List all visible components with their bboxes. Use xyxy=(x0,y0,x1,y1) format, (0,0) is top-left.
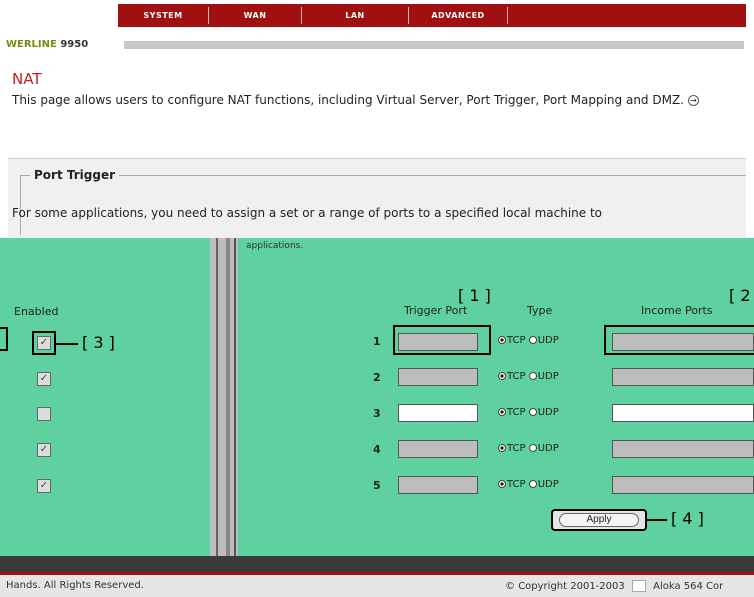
enabled-panel xyxy=(0,238,210,556)
top-nav: SYSTEM WAN LAN ADVANCED xyxy=(0,0,754,28)
trigger-port-header: Trigger Port xyxy=(404,304,468,317)
callout-1-box xyxy=(393,325,491,355)
udp-label: UDP xyxy=(537,371,559,382)
row-number: 1 xyxy=(373,335,381,348)
row-number: 5 xyxy=(373,479,381,492)
enabled-header: Enabled xyxy=(14,305,59,318)
tab-advanced[interactable]: ADVANCED xyxy=(409,11,507,20)
udp-label: UDP xyxy=(537,443,559,454)
arrow-right-icon[interactable]: → xyxy=(687,95,699,106)
page-title: NAT xyxy=(12,70,42,88)
income-port-input-2[interactable] xyxy=(612,368,754,386)
copyright-icon: © xyxy=(505,581,515,592)
tab-system[interactable]: SYSTEM xyxy=(118,11,208,20)
footer-copyright-text: Copyright 2001-2003 xyxy=(518,581,625,592)
income-port-input-3[interactable] xyxy=(612,404,754,422)
type-radio-group-2: TCP UDP xyxy=(498,371,559,382)
enabled-checkbox-4[interactable]: ✓ xyxy=(37,443,51,457)
row-number: 4 xyxy=(373,443,381,456)
trigger-port-input-5[interactable] xyxy=(398,476,478,494)
type-radio-group-5: TCP UDP xyxy=(498,479,559,490)
callout-3-line xyxy=(56,343,78,345)
income-port-input-4[interactable] xyxy=(612,440,754,458)
udp-label: UDP xyxy=(537,335,559,346)
tcp-label: TCP xyxy=(507,479,526,490)
frame-divider xyxy=(210,238,238,597)
udp-radio[interactable] xyxy=(528,444,537,452)
udp-label: UDP xyxy=(537,407,559,418)
brand-prefix: WERLINE xyxy=(6,39,57,50)
income-ports-header: Income Ports xyxy=(641,304,713,317)
left-edge-marker xyxy=(0,327,8,351)
nav-bar: SYSTEM WAN LAN ADVANCED xyxy=(118,4,746,27)
type-radio-group-1: TCP UDP xyxy=(498,335,559,346)
trigger-port-input-4[interactable] xyxy=(398,440,478,458)
callout-1-label: [ 1 ] xyxy=(458,286,491,305)
tab-wan[interactable]: WAN xyxy=(209,11,301,20)
enabled-checkbox-3[interactable] xyxy=(37,407,51,421)
tcp-radio[interactable] xyxy=(498,480,506,488)
row-number: 3 xyxy=(373,407,381,420)
enabled-checkbox-2[interactable]: ✓ xyxy=(37,372,51,386)
callout-3-label: [ 3 ] xyxy=(82,333,115,352)
udp-radio[interactable] xyxy=(528,372,537,380)
bottom-dark-bar xyxy=(0,556,754,572)
udp-radio[interactable] xyxy=(528,408,537,416)
udp-label: UDP xyxy=(537,479,559,490)
tcp-label: TCP xyxy=(507,443,526,454)
port-trigger-legend: Port Trigger xyxy=(30,168,120,182)
tab-lan[interactable]: LAN xyxy=(302,11,408,20)
udp-radio[interactable] xyxy=(528,336,537,344)
applications-label: applications. xyxy=(246,241,304,251)
type-radio-group-3: TCP UDP xyxy=(498,407,559,418)
port-trigger-description: For some applications, you need to assig… xyxy=(12,206,602,220)
apply-button-label: Apply xyxy=(559,513,639,527)
page-description: This page allows users to configure NAT … xyxy=(12,93,712,108)
brand-logo: WERLINE 9950 xyxy=(6,39,88,50)
tcp-radio[interactable] xyxy=(498,444,506,452)
trigger-port-input-2[interactable] xyxy=(398,368,478,386)
tcp-radio[interactable] xyxy=(498,336,506,344)
footer-copyright: © Copyright 2001-2003 Aloka 564 Cor xyxy=(505,580,723,592)
page-description-text: This page allows users to configure NAT … xyxy=(12,93,684,107)
brand-bar xyxy=(124,41,744,49)
brand-model: 9950 xyxy=(60,39,89,50)
footer-rights: Hands. All Rights Reserved. xyxy=(6,580,144,591)
apply-button[interactable]: Apply xyxy=(551,509,647,531)
footer-spacer-box xyxy=(631,580,646,592)
trigger-port-input-3[interactable] xyxy=(398,404,478,422)
enabled-checkbox-5[interactable]: ✓ xyxy=(37,479,51,493)
type-header: Type xyxy=(527,304,553,317)
footer-company: Aloka 564 Cor xyxy=(653,581,724,592)
callout-4-label: [ 4 ] xyxy=(671,509,704,528)
port-trigger-fieldset xyxy=(20,175,746,235)
nav-divider xyxy=(507,7,508,24)
udp-radio[interactable] xyxy=(528,480,537,488)
callout-3-box xyxy=(32,331,56,355)
callout-2-box xyxy=(604,325,754,355)
brand-row: WERLINE 9950 xyxy=(0,39,754,51)
callout-4-line xyxy=(647,519,667,521)
tcp-radio[interactable] xyxy=(498,408,506,416)
type-radio-group-4: TCP UDP xyxy=(498,443,559,454)
tcp-radio[interactable] xyxy=(498,372,506,380)
tcp-label: TCP xyxy=(507,407,526,418)
income-port-input-5[interactable] xyxy=(612,476,754,494)
tcp-label: TCP xyxy=(507,335,526,346)
tcp-label: TCP xyxy=(507,371,526,382)
row-number: 2 xyxy=(373,371,381,384)
callout-2-label: [ 2 xyxy=(729,286,751,305)
